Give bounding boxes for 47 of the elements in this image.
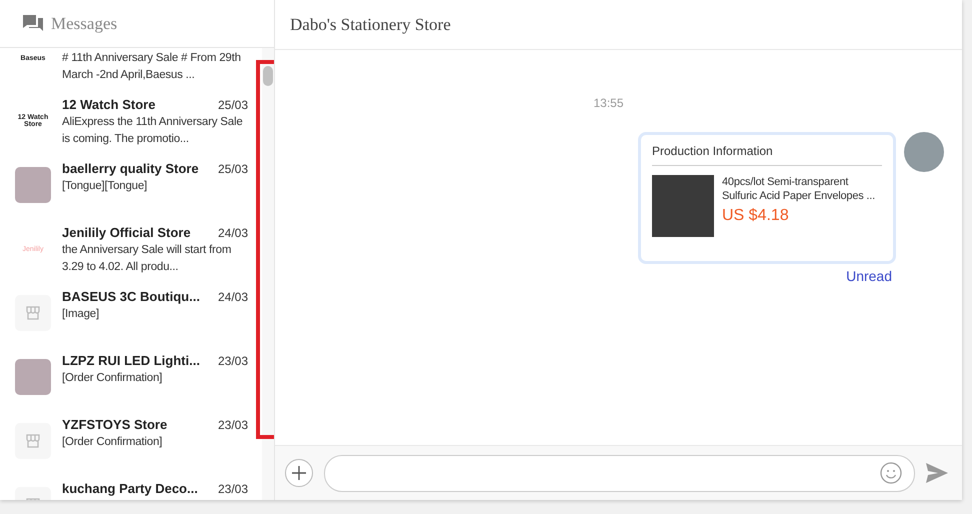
message-date: 24/03 <box>218 225 248 242</box>
store-name: LZPZ RUI LED Lighti... <box>62 352 200 370</box>
message-preview: [Image] <box>62 307 100 322</box>
storefront-icon <box>25 433 41 449</box>
chat-bubbles-icon <box>23 14 43 32</box>
message-date: 24/03 <box>218 289 248 306</box>
message-preview: the Anniversary Sale will start from 3.29 to 4.02. All produ... <box>62 243 232 275</box>
product-price: US $4.18 <box>722 207 790 225</box>
conversation-item[interactable]: YZFSTOYS Store 23/03 [Order Confirmation] <box>0 410 262 474</box>
message-preview: [Order Confirmation] <box>62 371 164 386</box>
sidebar-title: Messages <box>51 14 118 34</box>
product-name: 40pcs/lot Semi-transparent Sulfuric Acid Paper Envelopes ... <box>722 175 876 203</box>
conversation-item[interactable]: kuchang Party Deco... 23/03 <box>0 474 262 500</box>
message-preview: [Order Confirmation] <box>62 435 164 450</box>
conversation-item[interactable]: baellerry quality Store 25/03 [Tongue][Tongue] <box>0 154 262 218</box>
store-name: kuchang Party Deco... <box>62 480 198 498</box>
message-input[interactable] <box>324 454 915 492</box>
store-name: BASEUS 3C Boutiqu... <box>62 288 200 306</box>
emoji-icon[interactable] <box>880 462 902 484</box>
store-name: baellerry quality Store <box>62 160 199 178</box>
store-name: Jenilily Official Store <box>62 224 191 242</box>
photo-placeholder <box>15 167 51 203</box>
store-name: 12 Watch Store <box>62 96 156 114</box>
product-card[interactable]: Production Information 40pcs/lot Semi-transparent Sulfuric Acid Paper Envelopes ... US $4.18 <box>638 132 896 264</box>
conversation-item[interactable]: BASEUS 3C Boutiqu... 24/03 [Image] <box>0 282 262 346</box>
store-name: YZFSTOYS Store <box>62 416 168 434</box>
photo-placeholder <box>652 175 714 237</box>
card-heading: Production Information <box>652 144 882 166</box>
send-icon[interactable] <box>926 463 948 483</box>
read-status: Unread <box>846 268 892 284</box>
conversation-item[interactable]: LZPZ RUI LED Lighti... 23/03 [Order Confirmation] <box>0 346 262 410</box>
message-preview: [Tongue][Tongue] <box>62 179 148 194</box>
scrollbar-thumb[interactable] <box>263 66 273 86</box>
timestamp: 13:55 <box>593 96 624 110</box>
message-date: 23/03 <box>218 417 248 434</box>
message-preview: AliExpress the 11th Anniversary Sale is coming. The promotio... <box>62 115 244 147</box>
user-avatar <box>904 132 944 172</box>
message-date: 25/03 <box>218 97 248 114</box>
message-preview: # 11th Anniversary Sale # From 29th March -2nd April,Baesus ... <box>62 51 242 83</box>
message-date: 23/03 <box>218 481 248 498</box>
message-date: 23/03 <box>218 353 248 370</box>
message-date: 25/03 <box>218 161 248 178</box>
chat-title: Dabo's Stationery Store <box>290 14 451 34</box>
photo-placeholder <box>15 359 51 395</box>
plus-icon <box>292 466 306 480</box>
add-button[interactable] <box>285 459 313 487</box>
storefront-icon <box>25 305 41 321</box>
